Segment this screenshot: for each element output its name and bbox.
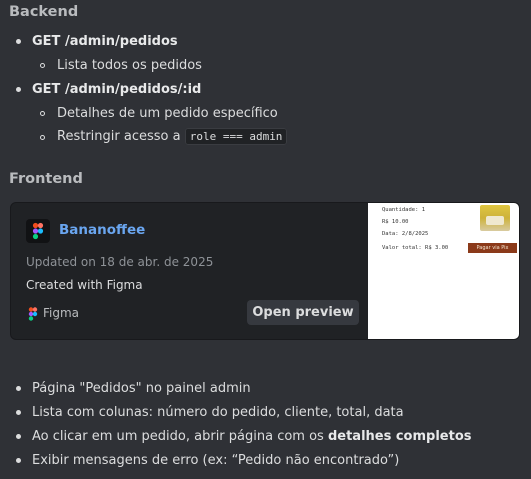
list-item: Página "Pedidos" no painel admin (32, 381, 251, 396)
endpoint-list-item: GET /admin/pedidos (32, 33, 178, 51)
design-thumbnail[interactable]: Quantidade: 1 R$ 10.00 Data: 2/8/2025 Va… (368, 203, 519, 339)
list-item: Lista com colunas: número do pedido, cli… (32, 405, 404, 420)
endpoint-label: GET /admin/pedidos (32, 34, 178, 49)
list-item-bold: detalhes completos (327, 429, 472, 444)
bullet-dot (16, 410, 21, 415)
sub-bullet-circle (40, 135, 45, 140)
bullet-dot (16, 434, 21, 439)
figma-small-icon (28, 307, 38, 321)
list-item: Exibir mensagens de erro (ex: “Pedido nã… (32, 453, 400, 468)
bullet-dot (16, 39, 21, 44)
endpoint-description: Lista todos os pedidos (57, 58, 202, 73)
restrict-text: Restringir acesso a (57, 129, 181, 144)
open-preview-button[interactable]: Open preview (247, 300, 359, 325)
embed-title-link[interactable]: Bananoffee (59, 222, 145, 238)
figma-embed-card[interactable]: Bananoffee Updated on 18 de abr. de 2025… (10, 202, 520, 340)
thumb-text-line: Valor total: R$ 3.00 (382, 245, 449, 251)
backend-heading: Backend (9, 4, 79, 20)
thumb-text-line: Quantidade: 1 (382, 207, 426, 213)
endpoint-detail-item: GET /admin/pedidos/:id (32, 81, 201, 99)
bullet-dot (16, 458, 21, 463)
sub-bullet-circle (40, 111, 45, 116)
bullet-dot (16, 87, 21, 92)
endpoint-description: Detalhes de um pedido específico (57, 106, 278, 121)
embed-source-label: Figma (43, 306, 80, 320)
endpoint-label: GET /admin/pedidos/:id (32, 82, 202, 97)
embed-updated-date: Updated on 18 de abr. de 2025 (26, 255, 214, 269)
frontend-heading: Frontend (9, 171, 83, 187)
thumb-pay-button: Pagar via Pix (468, 243, 517, 253)
list-item: Ao clicar em um pedido, abrir página com… (32, 428, 472, 446)
bullet-dot (16, 386, 21, 391)
product-image-icon (480, 205, 510, 231)
restrict-access-line: Restringir acesso a role === admin (57, 128, 288, 146)
thumb-text-line: R$ 10.00 (382, 219, 409, 225)
role-code: role === admin (184, 128, 288, 145)
figma-logo-icon (26, 219, 50, 243)
list-item-text: Ao clicar em um pedido, abrir página com… (32, 429, 328, 444)
thumb-text-line: Data: 2/8/2025 (382, 231, 429, 237)
embed-created-with: Created with Figma (26, 278, 143, 292)
sub-bullet-circle (40, 63, 45, 68)
